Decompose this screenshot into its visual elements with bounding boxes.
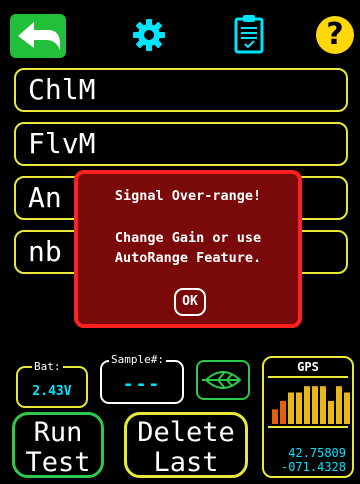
gps-divider <box>268 426 348 428</box>
back-arrow-icon <box>18 22 60 50</box>
gps-signal-bar <box>280 400 286 424</box>
dialog-message-line1: Change Gain or use <box>114 230 262 246</box>
help-icon: ? <box>326 17 344 52</box>
delete-last-line1: Delete <box>137 417 235 448</box>
gps-signal-bar <box>336 386 342 424</box>
back-button[interactable] <box>10 14 66 58</box>
channel-label: An <box>28 181 62 214</box>
channel-row-flvm[interactable]: FlvM <box>14 122 348 166</box>
gps-signal-bar <box>328 400 334 424</box>
gps-signal-bar <box>296 392 302 424</box>
channel-label: ChlM <box>28 73 96 106</box>
ok-button[interactable]: OK <box>174 288 206 316</box>
sample-value: --- <box>122 374 162 395</box>
leaf-icon <box>202 371 242 389</box>
battery-box: Bat: 2.43V <box>16 360 88 408</box>
gps-latitude: 42.75809 <box>288 446 346 460</box>
gps-signal-bar <box>320 386 326 424</box>
gps-signal-bar <box>304 386 310 424</box>
channel-label: nb <box>28 235 62 268</box>
channel-label: FlvM <box>28 127 96 160</box>
delete-last-button[interactable]: Delete Last <box>124 412 248 478</box>
gps-signal-bar <box>272 409 278 424</box>
overrange-dialog: Signal Over-range! Change Gain or use Au… <box>74 170 302 328</box>
run-test-line1: Run <box>33 417 83 448</box>
gps-signal-bar <box>312 386 318 424</box>
sample-box: Sample#: --- <box>100 353 184 404</box>
sample-label: Sample#: <box>109 353 166 366</box>
run-test-line2: Test <box>25 447 91 478</box>
help-button[interactable]: ? <box>316 16 354 54</box>
dialog-title: Signal Over-range! <box>114 188 262 204</box>
battery-label: Bat: <box>32 360 63 373</box>
gps-signal-bars <box>272 386 350 424</box>
channel-row-chlm[interactable]: ChlM <box>14 68 348 112</box>
gps-divider <box>268 376 348 378</box>
gps-longitude: -071.4328 <box>280 460 346 474</box>
run-test-button[interactable]: Run Test <box>12 412 104 478</box>
battery-value: 2.43V <box>32 384 72 399</box>
gps-label: GPS <box>297 360 319 374</box>
gps-signal-bar <box>288 392 294 424</box>
clipboard-icon[interactable] <box>233 14 265 54</box>
gps-panel: GPS 42.75809 -071.4328 <box>262 356 354 478</box>
leaf-button[interactable] <box>196 360 250 400</box>
dialog-message-line2: AutoRange Feature. <box>114 250 262 266</box>
gear-icon[interactable] <box>132 18 166 52</box>
gps-signal-bar <box>344 392 350 424</box>
delete-last-line2: Last <box>153 447 219 478</box>
